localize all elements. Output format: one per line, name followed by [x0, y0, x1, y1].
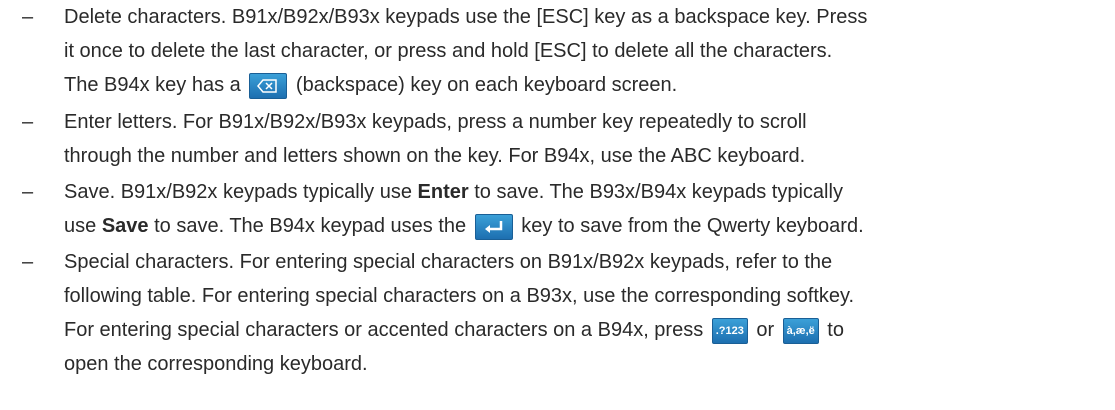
text-span: use [64, 215, 97, 237]
text-span: The B94x key has a [64, 74, 241, 96]
text-line: Delete characters. B91x/B92x/B93x keypad… [64, 6, 868, 28]
bold-term-save: Save [101, 215, 149, 237]
text-span: to save. The B93x/B94x keypads typically [474, 181, 843, 203]
backspace-icon [249, 72, 288, 99]
bullet-dash: – [22, 6, 34, 28]
enter-icon [474, 213, 513, 240]
text-line: The B94x key has a (backspace) key on ea… [64, 68, 677, 102]
text-span: or [756, 319, 775, 341]
bullet-dash: – [22, 251, 34, 273]
text-span: For entering special characters or accen… [64, 319, 704, 341]
text-line: it once to delete the last character, or… [64, 40, 833, 62]
text-line: through the number and letters shown on … [64, 145, 806, 167]
text-line: open the corresponding keyboard. [64, 353, 368, 375]
bullet-dash: – [22, 111, 34, 133]
text-line: Enter letters. For B91x/B92x/B93x keypad… [64, 111, 807, 133]
text-line: following table. For entering special ch… [64, 285, 855, 307]
text-line: Save. B91x/B92x keypads typically use En… [64, 175, 843, 209]
accents-key-icon: à,æ,ë [782, 317, 819, 344]
text-span: Save. B91x/B92x keypads typically use [64, 181, 412, 203]
bold-term-enter: Enter [417, 181, 469, 203]
text-line: use Save to save. The B94x keypad uses t… [64, 209, 864, 243]
text-span: key to save from the Qwerty keyboard. [521, 215, 864, 237]
text-span: (backspace) key on each keyboard screen. [295, 74, 678, 96]
bullet-dash: – [22, 181, 34, 203]
document-page: – Delete characters. B91x/B92x/B93x keyp… [0, 0, 1115, 410]
text-span: to [827, 319, 844, 341]
symbols-key-icon: .?123 [711, 317, 748, 344]
text-span: to save. The B94x keypad uses the [154, 215, 467, 237]
text-line: For entering special characters or accen… [64, 313, 844, 347]
text-line: Special characters. For entering special… [64, 251, 833, 273]
